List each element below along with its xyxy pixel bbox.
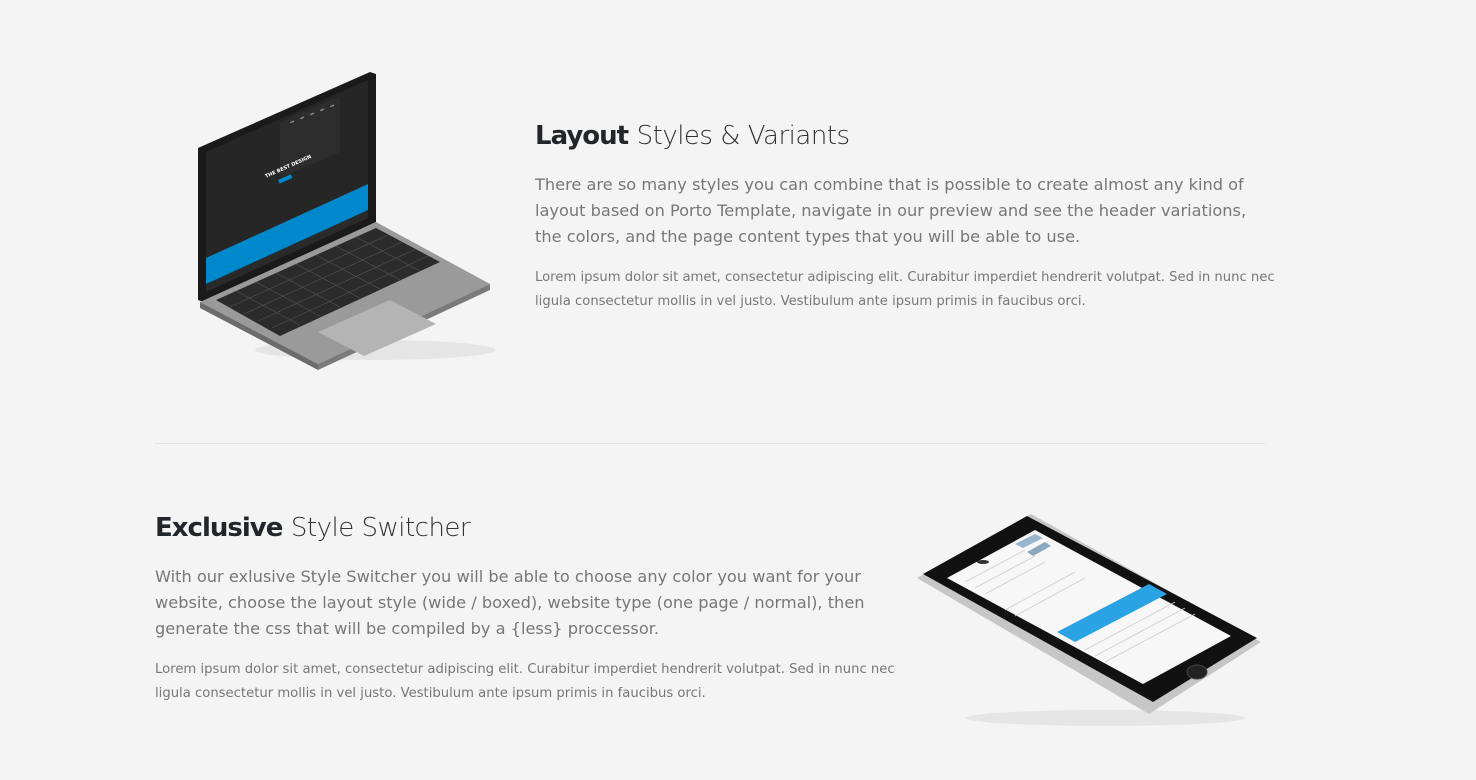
title-rest: Style Switcher (290, 513, 471, 543)
title-strong: Exclusive (155, 513, 283, 543)
page: THE BEST DESIGN Layout Styles & Variants… (0, 0, 1476, 780)
title-rest: Styles & Variants (636, 121, 850, 151)
layout-styles-body: Lorem ipsum dolor sit amet, consectetur … (535, 270, 1275, 309)
laptop-mockup-image: THE BEST DESIGN (190, 62, 510, 372)
style-switcher-lead: With our exlusive Style Switcher you wil… (155, 567, 865, 638)
layout-styles-lead: There are so many styles you can combine… (535, 175, 1247, 246)
style-switcher-body: Lorem ipsum dolor sit amet, consectetur … (155, 662, 895, 701)
layout-styles-title: Layout Styles & Variants (535, 118, 1275, 154)
style-switcher-title: Exclusive Style Switcher (155, 510, 895, 546)
layout-styles-section: Layout Styles & Variants There are so ma… (535, 118, 1275, 314)
section-divider (155, 443, 1265, 444)
phone-mockup-image (905, 500, 1275, 740)
title-strong: Layout (535, 121, 629, 151)
style-switcher-section: Exclusive Style Switcher With our exlusi… (155, 510, 895, 706)
